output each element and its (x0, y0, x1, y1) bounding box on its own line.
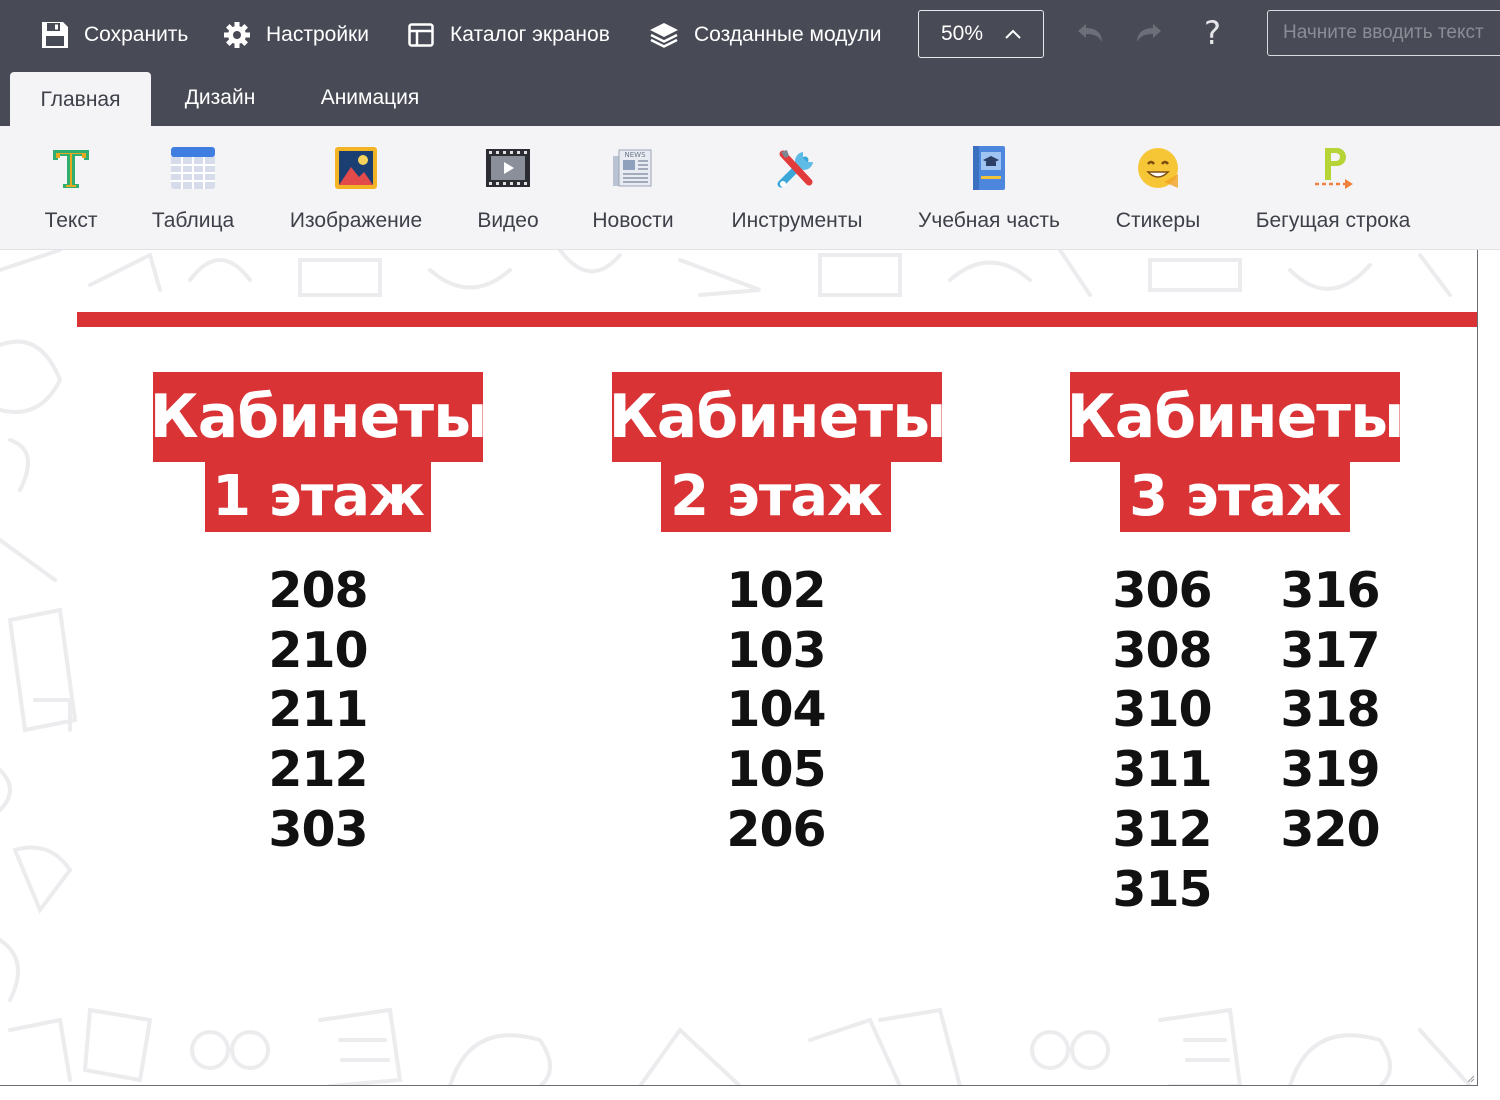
ribbon-news-button[interactable]: NEWS Новости (588, 126, 678, 250)
ribbon-label: Инструменты (731, 209, 863, 232)
video-icon (483, 143, 533, 193)
room-number: 320 (1280, 801, 1380, 858)
sticker-smile-icon (1133, 143, 1183, 193)
ribbon-table-button[interactable]: Таблица (148, 126, 238, 250)
table-icon (168, 143, 218, 193)
room-number: 210 (268, 622, 368, 679)
room-number: 318 (1280, 681, 1380, 738)
room-number: 303 (268, 801, 368, 858)
svg-text:NEWS: NEWS (624, 151, 646, 159)
chevron-up-icon (1005, 29, 1021, 39)
insert-ribbon: Текст Таблица Изображение Видео NEWS Нов… (0, 126, 1500, 250)
tab-design[interactable]: Дизайн (170, 70, 270, 126)
image-icon (331, 143, 381, 193)
help-button[interactable]: ? (1204, 14, 1221, 52)
ribbon-label: Учебная часть (918, 209, 1060, 232)
save-button[interactable]: Сохранить (40, 0, 188, 70)
room-number: 317 (1280, 622, 1380, 679)
ribbon-tools-button[interactable]: Инструменты (726, 126, 868, 250)
save-label: Сохранить (84, 23, 189, 46)
layers-icon (650, 23, 678, 48)
ribbon-label: Стикеры (1115, 209, 1201, 232)
ribbon-label: Таблица (151, 209, 235, 232)
floor-2-subtitle: 2 этаж (661, 460, 891, 532)
floor-1-title: Кабинеты (150, 372, 487, 462)
redo-button[interactable] (1132, 18, 1166, 52)
settings-button[interactable]: Настройки (222, 0, 369, 70)
search-input[interactable] (1267, 10, 1500, 56)
ticker-icon (1308, 143, 1358, 193)
ribbon-study-button[interactable]: Учебная часть (914, 126, 1064, 250)
catalog-label: Каталог экранов (450, 23, 610, 46)
created-modules-button[interactable]: Созданные модули (648, 0, 881, 70)
ribbon-label: Бегущая строка (1255, 209, 1411, 232)
text-icon (46, 143, 96, 193)
zoom-value: 50% (941, 22, 984, 45)
tools-icon (772, 143, 822, 193)
floor-1-subtitle: 1 этаж (205, 460, 431, 532)
room-number: 308 (1112, 622, 1212, 679)
undo-icon (1078, 24, 1102, 42)
room-number: 211 (268, 681, 368, 738)
floor-3-title: Кабинеты (1067, 372, 1404, 462)
ribbon-label: Новости (592, 209, 674, 232)
room-number: 310 (1112, 681, 1212, 738)
room-number: 312 (1112, 801, 1212, 858)
screen-catalog-button[interactable]: Каталог экранов (406, 0, 610, 70)
save-icon (42, 22, 68, 48)
ribbon-ticker-button[interactable]: Бегущая строка (1250, 126, 1416, 250)
room-number: 104 (726, 681, 826, 738)
ribbon-image-button[interactable]: Изображение (284, 126, 428, 250)
modules-label: Созданные модули (694, 23, 882, 46)
room-number: 319 (1280, 741, 1380, 798)
zoom-dropdown[interactable]: 50% (918, 10, 1044, 58)
tab-animation[interactable]: Анимация (305, 70, 435, 126)
redo-icon (1137, 24, 1161, 42)
room-number: 315 (1112, 861, 1212, 918)
floor-2-title: Кабинеты (609, 372, 946, 462)
room-number: 103 (726, 622, 826, 679)
news-icon: NEWS (608, 143, 658, 193)
tab-bar: Главная Дизайн Анимация (0, 70, 1500, 128)
undo-button[interactable] (1073, 18, 1107, 52)
settings-label: Настройки (266, 23, 369, 46)
ribbon-video-button[interactable]: Видео (472, 126, 544, 250)
ribbon-label: Текст (44, 209, 98, 232)
room-number: 306 (1112, 562, 1212, 619)
floor-3-subtitle: 3 этаж (1120, 460, 1350, 532)
ribbon-text-button[interactable]: Текст (40, 126, 102, 250)
study-book-icon (964, 143, 1014, 193)
room-number: 212 (268, 741, 368, 798)
room-number: 102 (726, 562, 826, 619)
room-number: 311 (1112, 741, 1212, 798)
gear-icon (224, 22, 250, 48)
layout-icon (408, 23, 434, 47)
room-number: 105 (726, 741, 826, 798)
ribbon-label: Изображение (289, 209, 423, 232)
room-number: 208 (268, 562, 368, 619)
tab-main[interactable]: Главная (10, 72, 151, 128)
ribbon-stickers-button[interactable]: Стикеры (1110, 126, 1206, 250)
ribbon-label: Видео (477, 209, 539, 232)
accent-divider (77, 312, 1477, 327)
resize-grip-icon[interactable] (1465, 1073, 1475, 1083)
room-number: 206 (726, 801, 826, 858)
slide-canvas[interactable]: Кабинеты 1 этаж 208 210 211 212 303 Каби… (0, 250, 1478, 1086)
top-toolbar: Сохранить Настройки Каталог экранов Созд… (0, 0, 1500, 70)
room-number: 316 (1280, 562, 1380, 619)
